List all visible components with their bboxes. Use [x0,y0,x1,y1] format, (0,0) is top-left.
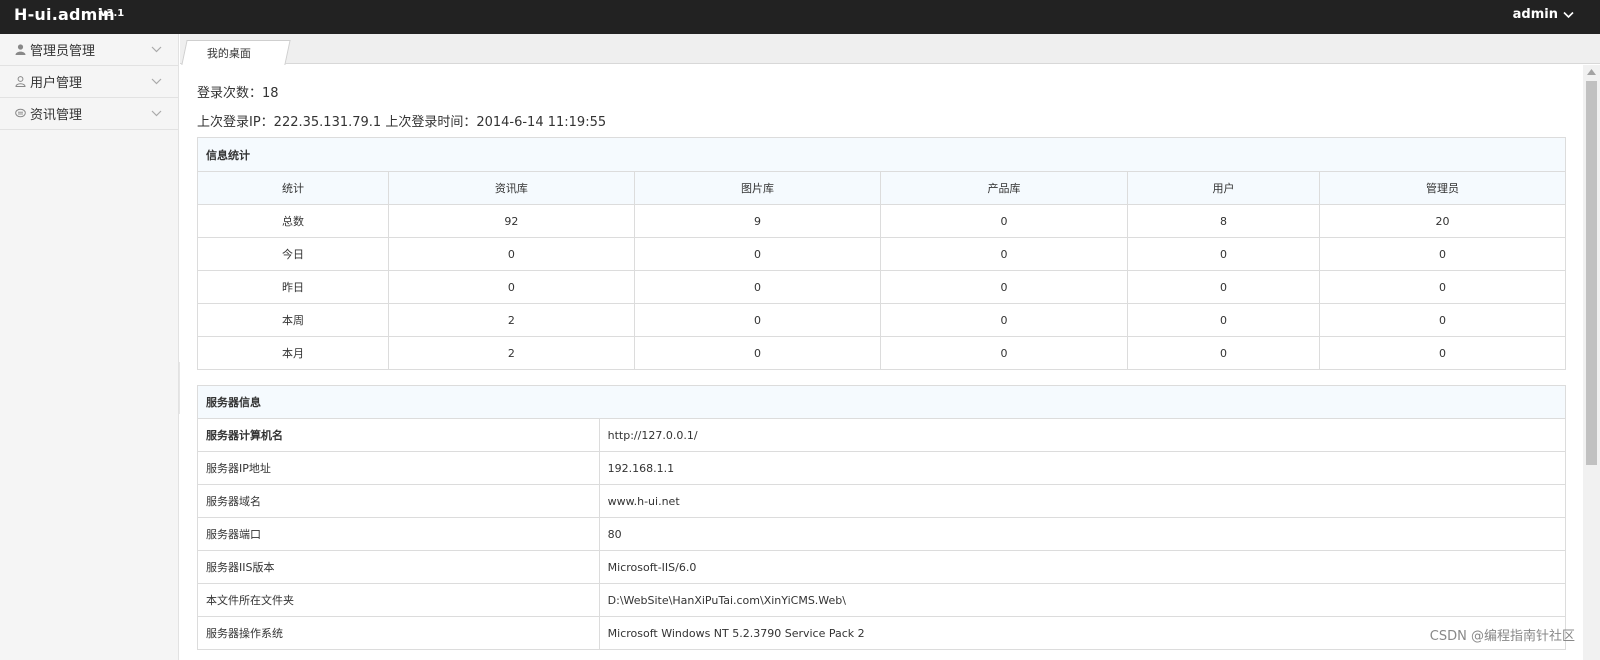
table-cell: 0 [633,237,881,271]
server-info-key: 服务器计算机名 [197,418,600,452]
watermark: CSDN @编程指南针社区 [1429,629,1575,644]
table-cell: 0 [879,270,1129,304]
server-info-key: 服务器IIS版本 [197,550,600,584]
table-row: 服务器IP地址 192.168.1.1 [197,451,1567,485]
table-cell: 0 [879,237,1129,271]
user-menu[interactable]: admin [1513,7,1574,22]
table-cell: 0 [1318,303,1567,337]
table-row: 总数 92 9 0 8 20 [197,204,1567,238]
table-cell: 本周 [197,303,389,337]
table-cell: 总数 [197,204,389,238]
version-label: v3.1 [100,8,125,19]
scroll-up-arrow-icon[interactable] [1587,69,1596,75]
column-header: 管理员 [1318,171,1567,205]
user-icon [14,44,26,56]
table-cell: 0 [1318,237,1567,271]
chevron-down-icon [1563,11,1574,18]
login-count: 登录次数：18 [197,86,279,101]
table-row: 本周 2 0 0 0 0 [197,303,1567,337]
table-cell: 8 [1127,204,1320,238]
stats-title: 信息统计 [197,137,1566,172]
server-info-value: 80 [598,517,1567,551]
table-cell: 20 [1318,204,1567,238]
table-cell: 0 [387,270,635,304]
table-row: 本文件所在文件夹 D:\WebSite\HanXiPuTai.com\XinYiC… [197,583,1567,617]
chevron-down-icon [151,110,162,117]
table-row: 服务器IIS版本 Microsoft-IIS/6.0 [197,550,1567,584]
table-row: 服务器端口 80 [197,517,1567,551]
server-info-value: http://127.0.0.1/ [598,418,1567,452]
server-info-key: 服务器操作系统 [197,616,600,650]
server-info-key: 服务器端口 [197,517,600,551]
table-cell: 92 [387,204,635,238]
table-cell: 2 [387,336,635,370]
table-cell: 0 [1318,336,1567,370]
table-cell: 2 [387,303,635,337]
column-header: 用户 [1127,171,1320,205]
vertical-scrollbar[interactable] [1583,65,1600,660]
table-cell: 0 [879,336,1129,370]
table-header-row: 统计 资讯库 图片库 产品库 用户 管理员 [197,171,1567,205]
main-content: 登录次数：18 上次登录IP：222.35.131.79.1 上次登录时间：20… [180,65,1583,660]
scrollbar-thumb[interactable] [1586,81,1597,465]
sidebar-item-admin-management[interactable]: 管理员管理 [0,34,178,66]
tab-label: 我的桌面 [206,47,251,60]
table-cell: 本月 [197,336,389,370]
table-row: 服务器操作系统 Microsoft Windows NT 5.2.3790 Ser… [197,616,1567,650]
table-cell: 0 [633,270,881,304]
server-info-value: Microsoft Windows NT 5.2.3790 Service Pa… [598,616,1567,650]
table-cell: 0 [1127,270,1320,304]
top-navbar: H-ui.admin v3.1 admin [0,0,1600,34]
column-header: 图片库 [633,171,881,205]
table-row: 服务器域名 www.h-ui.net [197,484,1567,518]
column-header: 统计 [197,171,389,205]
sidebar-item-label: 资讯管理 [30,108,83,123]
table-cell: 今日 [197,237,389,271]
tab-bar: 我的桌面 [180,34,1600,65]
comment-icon [14,108,26,120]
chevron-down-icon [151,78,162,85]
server-info-value: Microsoft-IIS/6.0 [598,550,1567,584]
stats-table: 信息统计 统计 资讯库 图片库 产品库 用户 管理员 总数 92 9 0 8 20 今日 0 0 0 0 0 昨日… [197,137,1567,370]
table-cell: 0 [633,303,881,337]
sidebar-item-label: 用户管理 [30,76,83,91]
table-cell: 0 [1127,237,1320,271]
server-info-table: 服务器信息 服务器计算机名 http://127.0.0.1/服务器IP地址 192… [197,385,1567,650]
table-row: 服务器计算机名 http://127.0.0.1/ [197,418,1567,452]
server-info-value: 192.168.1.1 [598,451,1567,485]
server-info-value: D:\WebSite\HanXiPuTai.com\XinYiCMS.Web\ [598,583,1567,617]
sidebar-item-user-management[interactable]: 用户管理 [0,66,178,98]
server-info-value: www.h-ui.net [598,484,1567,518]
last-login-info: 上次登录IP：222.35.131.79.1 上次登录时间：2014-6-14 … [197,115,607,130]
table-cell: 0 [1127,336,1320,370]
sidebar-item-news-management[interactable]: 资讯管理 [0,98,178,130]
table-cell: 9 [633,204,881,238]
table-cell: 0 [1127,303,1320,337]
column-header: 产品库 [879,171,1129,205]
server-info-key: 服务器域名 [197,484,600,518]
table-cell: 0 [1318,270,1567,304]
user-outline-icon [14,76,26,88]
table-cell: 0 [387,237,635,271]
table-cell: 昨日 [197,270,389,304]
column-header: 资讯库 [387,171,635,205]
chevron-down-icon [151,46,162,53]
table-cell: 0 [879,303,1129,337]
table-row: 昨日 0 0 0 0 0 [197,270,1567,304]
server-title: 服务器信息 [197,385,1566,419]
sidebar: 管理员管理 用户管理 资讯管理 [0,34,179,660]
sidebar-item-label: 管理员管理 [30,44,96,59]
server-info-key: 服务器IP地址 [197,451,600,485]
table-cell: 0 [879,204,1129,238]
table-row: 今日 0 0 0 0 0 [197,237,1567,271]
username: admin [1512,7,1558,22]
tab-my-desktop[interactable]: 我的桌面 [181,40,291,65]
server-info-key: 本文件所在文件夹 [197,583,600,617]
table-row: 本月 2 0 0 0 0 [197,336,1567,370]
table-cell: 0 [633,336,881,370]
